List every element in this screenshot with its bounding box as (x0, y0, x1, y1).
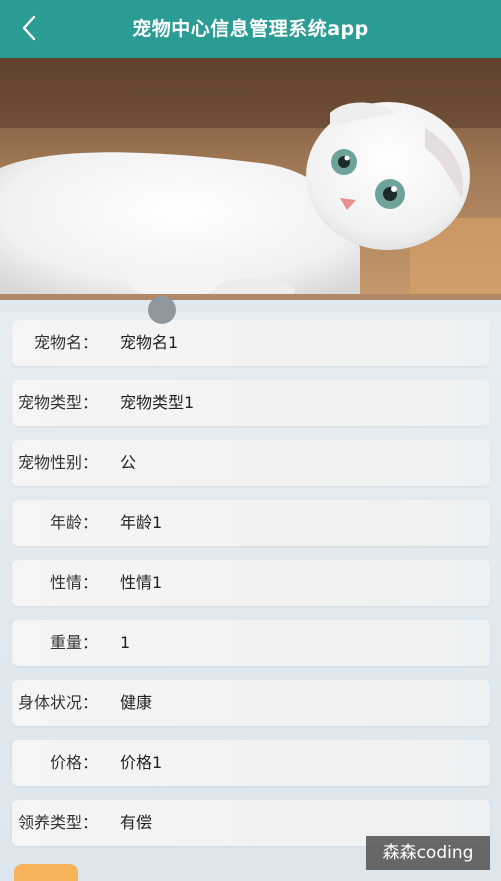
detail-row-pet-gender: 宠物性别： 公 (12, 440, 490, 486)
detail-value: 公 (120, 453, 137, 472)
detail-label: 宠物性别： (17, 453, 98, 472)
page-title: 宠物中心信息管理系统app (132, 18, 369, 40)
detail-value: 有偿 (120, 813, 153, 832)
detail-row-pet-name: 宠物名： 宠物名1 (12, 320, 490, 366)
pet-detail-list: 宠物名： 宠物名1 宠物类型： 宠物类型1 宠物性别： 公 年龄： 年龄1 性情… (0, 312, 501, 881)
detail-value: 健康 (120, 693, 153, 712)
detail-row-weight: 重量： 1 (12, 620, 490, 666)
detail-row-price: 价格： 价格1 (12, 740, 490, 786)
detail-value: 1 (120, 633, 131, 652)
detail-label: 性情： (49, 573, 98, 592)
app-header: 宠物中心信息管理系统app (0, 0, 501, 58)
detail-label: 宠物类型： (17, 393, 98, 412)
detail-label: 宠物名： (33, 333, 98, 352)
watermark: 森森coding (366, 836, 490, 870)
detail-label: 重量： (49, 633, 98, 652)
detail-row-age: 年龄： 年龄1 (12, 500, 490, 546)
detail-label: 价格： (49, 753, 98, 772)
detail-label: 身体状况： (17, 693, 98, 712)
action-button[interactable] (14, 864, 78, 881)
detail-row-health: 身体状况： 健康 (12, 680, 490, 726)
detail-value: 年龄1 (120, 513, 163, 532)
detail-value: 价格1 (120, 753, 163, 772)
detail-label: 年龄： (49, 513, 98, 532)
detail-label: 领养类型： (17, 813, 98, 832)
pet-photo (0, 58, 501, 300)
detail-value: 性情1 (120, 573, 163, 592)
detail-row-pet-type: 宠物类型： 宠物类型1 (12, 380, 490, 426)
detail-row-temperament: 性情： 性情1 (12, 560, 490, 606)
touch-indicator (148, 296, 176, 324)
detail-value: 宠物类型1 (120, 393, 195, 412)
detail-value: 宠物名1 (120, 333, 179, 352)
